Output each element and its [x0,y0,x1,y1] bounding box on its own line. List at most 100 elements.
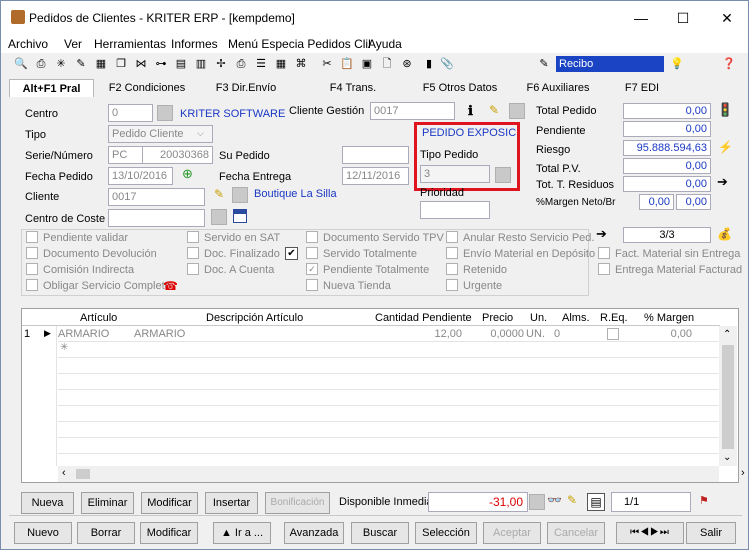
recibo-field[interactable]: Recibo [556,56,664,72]
record-navigator[interactable]: ⏮◀▶⏭ [616,522,684,544]
vertical-scrollbar[interactable]: ⌃ ⌄ [719,326,737,466]
tab-transporte[interactable]: F4 Trans. [323,79,383,97]
new-doc-icon[interactable]: 🗋 [379,56,395,72]
calendar-icon[interactable] [233,209,247,223]
modificar-button[interactable]: Modificar [140,522,198,544]
su-pedido-input[interactable] [342,146,409,164]
ir-a-button[interactable]: ▲ Ir a ... [213,522,271,544]
report-icon[interactable]: ▤ [173,56,189,72]
paperclip-icon[interactable]: 📎 [439,56,455,72]
add-circle-icon[interactable]: ⊕ [182,166,193,182]
cell-precio[interactable]: 0,0000 [482,328,524,340]
scroll-thumb[interactable] [76,469,90,479]
seleccion-button[interactable]: Selección [415,522,477,544]
menu-informes[interactable]: Informes [171,37,218,51]
lines-grid[interactable]: Artículo Descripción Artículo Cantidad P… [21,308,745,483]
centro-input[interactable]: 0 [108,104,153,122]
close-button[interactable]: ✕ [713,7,741,29]
borrar-button[interactable]: Borrar [77,522,135,544]
last-record-icon[interactable]: ⏭ [660,527,670,538]
avanzada-button[interactable]: Avanzada [284,522,344,544]
doc-finalizado-checkbox[interactable]: Doc. Finalizado [187,246,280,262]
copy-icon[interactable]: ❐ [113,56,129,72]
save-icon[interactable]: ▣ [359,56,375,72]
fecha-entrega-input[interactable]: 12/11/2016 [342,167,409,185]
serie-input[interactable]: PC [108,146,143,164]
fecha-pedido-input[interactable]: 13/10/2016 [108,167,173,185]
comision-indirecta-checkbox[interactable]: Comisión Indirecta [26,262,134,278]
grid-icon[interactable]: ▦ [93,56,109,72]
pendiente-validar-checkbox[interactable]: Pendiente validar [26,230,128,246]
calculator-icon[interactable]: ▦ [273,56,289,72]
prev-record-icon[interactable]: ◀ [640,527,650,538]
paste-icon[interactable]: 📋 [339,56,355,72]
help-icon[interactable]: ❓ [721,56,737,72]
scroll-right-icon[interactable]: › [741,467,745,479]
printer-icon[interactable]: ⎙ [233,56,249,72]
cliente-lookup-button[interactable] [232,187,248,203]
servido-totalmente-checkbox[interactable]: Servido Totalmente [306,246,417,262]
nueva-linea-button[interactable]: Nueva [21,492,74,514]
table-view-button[interactable]: ▤ [587,493,605,511]
modificar-linea-button[interactable]: Modificar [141,492,198,514]
link-icon[interactable]: ⋈ [133,56,149,72]
phone-icon[interactable]: ☎ [163,279,178,293]
menu-herramientas[interactable]: Herramientas [94,37,166,51]
chart-icon[interactable]: ✢ [213,56,229,72]
scroll-down-icon[interactable]: ⌄ [723,452,731,463]
menu-archivo[interactable]: Archivo [8,37,48,51]
nueva-tienda-checkbox[interactable]: Nueva Tienda [306,278,391,294]
chevron-down-icon[interactable]: ⌵ [197,128,204,139]
minimize-button[interactable]: — [627,7,655,29]
col-header-req[interactable]: R.Eq. [600,312,628,324]
list-icon[interactable]: ☰ [253,56,269,72]
scroll-up-icon[interactable]: ⌃ [723,329,731,340]
documento-devolucion-checkbox[interactable]: Documento Devolución [26,246,157,262]
tab-edi[interactable]: F7 EDI [619,79,665,97]
cell-margen[interactable]: 0,00 [642,328,692,340]
disponible-lookup-button[interactable] [529,494,545,510]
arrow-right-icon[interactable]: ➔ [596,226,607,242]
col-header-cantidad[interactable]: Cantidad Pendiente [375,312,472,324]
menu-especial[interactable]: Menú Especia Pedidos Clil [228,37,371,51]
eliminar-linea-button[interactable]: Eliminar [81,492,134,514]
cliente-gestion-input[interactable]: 0017 [370,102,455,120]
first-record-icon[interactable]: ⏮ [630,527,640,538]
doc-a-cuenta-checkbox[interactable]: Doc. A Cuenta [187,262,274,278]
horizontal-scrollbar[interactable]: ‹ › [58,466,745,482]
col-header-descripcion[interactable]: Descripción Artículo [206,312,303,324]
retenido-checkbox[interactable]: Retenido [446,262,507,278]
lightbulb-icon[interactable]: 💡 [669,56,685,72]
cell-req-checkbox[interactable] [607,328,619,340]
cancelar-button[interactable]: Cancelar [547,522,605,544]
doc-finalizado-check[interactable]: ✔ [285,247,298,260]
scroll-left-icon[interactable]: ‹ [62,467,66,479]
col-header-un[interactable]: Un. [530,312,547,324]
urgente-checkbox[interactable]: Urgente [446,278,502,294]
menu-ayuda[interactable]: Ayuda [368,37,402,51]
attach-icon[interactable]: ✎ [536,56,552,72]
insertar-linea-button[interactable]: Insertar [205,492,258,514]
menu-ver[interactable]: Ver [64,37,82,51]
tab-otros-datos[interactable]: F5 Otros Datos [419,79,501,97]
arrow-right-icon[interactable]: ➔ [717,174,728,190]
documento-servido-tpv-checkbox[interactable]: Documento Servido TPV [306,230,444,246]
tree-icon[interactable]: ⊶ [153,56,169,72]
numero-input[interactable]: 20030368 [142,146,213,164]
cell-descripcion[interactable]: ARMARIO [134,328,185,340]
entrega-material-facturad-checkbox[interactable]: Entrega Material Facturad [598,262,742,278]
col-header-precio[interactable]: Precio [482,312,513,324]
centro-coste-lookup-button[interactable] [211,209,227,225]
buscar-button[interactable]: Buscar [351,522,409,544]
cell-un[interactable]: UN. [526,328,545,340]
cut-icon[interactable]: ✂ [319,56,335,72]
pencil-icon[interactable]: ✎ [489,103,499,117]
money-bag-icon[interactable]: 💰 [717,227,732,241]
cliente-input[interactable]: 0017 [108,188,205,206]
col-header-margen[interactable]: % Margen [644,312,694,324]
tab-dir-envio[interactable]: F3 Dir.Envío [209,79,283,97]
network-icon[interactable]: ⌘ [293,56,309,72]
centro-coste-input[interactable] [108,209,205,227]
cliente-gestion-lookup-button[interactable] [509,103,525,119]
prioridad-input[interactable] [420,201,490,219]
